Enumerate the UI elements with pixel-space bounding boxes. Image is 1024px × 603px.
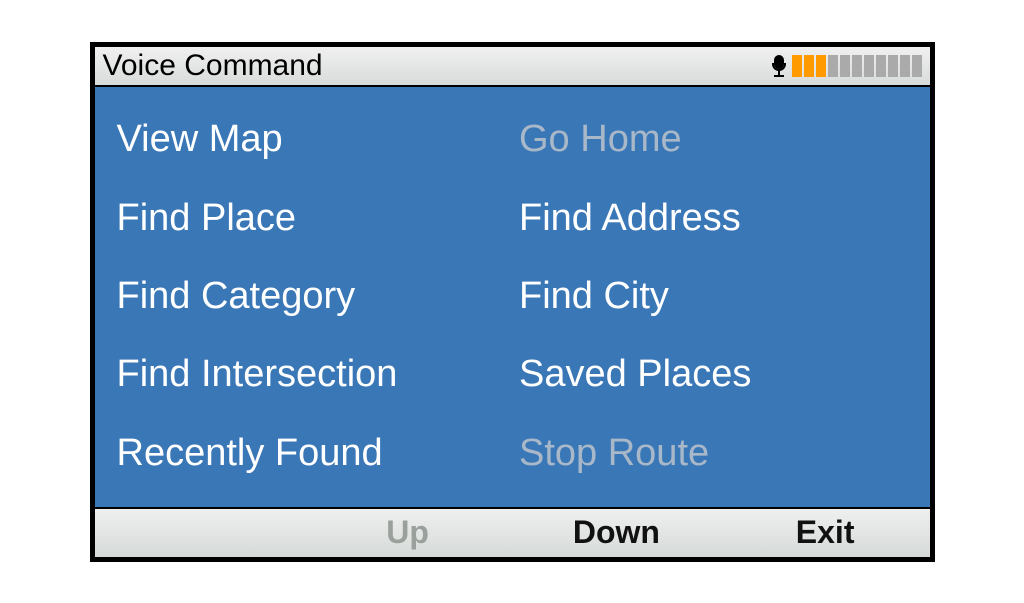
down-button[interactable]: Down bbox=[512, 509, 721, 557]
mic-bar bbox=[852, 55, 862, 77]
mic-bar bbox=[828, 55, 838, 77]
device-screen: Voice Command Vi bbox=[90, 42, 935, 562]
command-grid: View Map Go Home Find Place Find Address… bbox=[95, 87, 930, 507]
mic-bar bbox=[840, 55, 850, 77]
cmd-find-address[interactable]: Find Address bbox=[519, 179, 912, 257]
mic-bar bbox=[792, 55, 802, 77]
mic-bar bbox=[816, 55, 826, 77]
screen-title: Voice Command bbox=[103, 49, 323, 83]
cmd-go-home[interactable]: Go Home bbox=[519, 101, 912, 179]
exit-button[interactable]: Exit bbox=[721, 509, 930, 557]
cmd-find-category[interactable]: Find Category bbox=[117, 257, 510, 335]
top-bar: Voice Command bbox=[95, 47, 930, 87]
cmd-recently-found[interactable]: Recently Found bbox=[117, 414, 510, 492]
cmd-saved-places[interactable]: Saved Places bbox=[519, 336, 912, 414]
mic-level-bars bbox=[792, 55, 922, 77]
cmd-view-map[interactable]: View Map bbox=[117, 101, 510, 179]
mic-bar bbox=[876, 55, 886, 77]
bottom-spacer bbox=[95, 509, 304, 557]
mic-bar bbox=[912, 55, 922, 77]
microphone-icon bbox=[772, 55, 786, 77]
cmd-find-place[interactable]: Find Place bbox=[117, 179, 510, 257]
up-button[interactable]: Up bbox=[303, 509, 512, 557]
cmd-stop-route[interactable]: Stop Route bbox=[519, 414, 912, 492]
cmd-find-city[interactable]: Find City bbox=[519, 257, 912, 335]
mic-bar bbox=[900, 55, 910, 77]
mic-bar bbox=[888, 55, 898, 77]
mic-bar bbox=[804, 55, 814, 77]
mic-level-area bbox=[772, 55, 922, 77]
bottom-bar: Up Down Exit bbox=[95, 507, 930, 557]
mic-bar bbox=[864, 55, 874, 77]
cmd-find-intersection[interactable]: Find Intersection bbox=[117, 336, 510, 414]
